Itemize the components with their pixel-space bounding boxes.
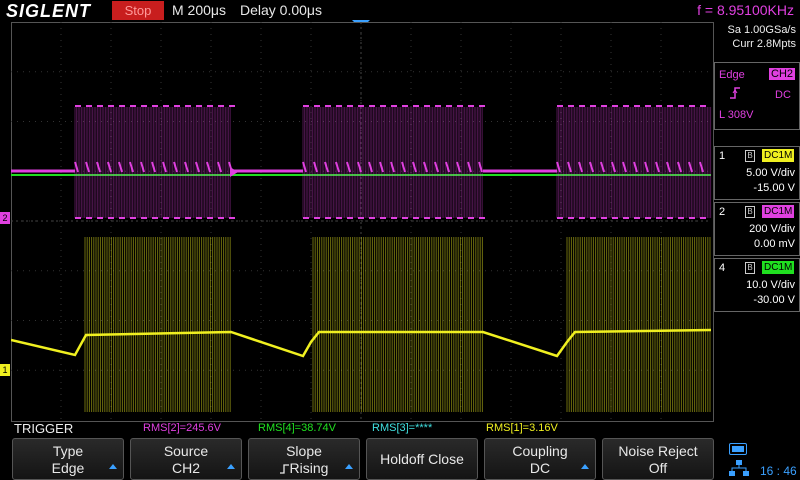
clock: 16 : 46 (760, 464, 797, 478)
channel-number: 1 (719, 150, 726, 162)
volts-per-div: 5.00 V/div (746, 167, 795, 179)
arrow-up-icon (345, 464, 353, 469)
button-label: Source (163, 443, 209, 459)
battery-icon (729, 443, 747, 455)
network-icon (729, 460, 749, 476)
coupling-badge: DC1M (762, 149, 795, 162)
trigger-slope-button[interactable]: Slope Rising (248, 438, 360, 480)
channel-offset: -15.00 V (753, 182, 795, 194)
channel-4-info[interactable]: 4 B DC1M 10.0 V/div -30.00 V (714, 258, 800, 312)
brand-logo: SIGLENT (6, 1, 92, 21)
frequency-readout: f = 8.95100KHz (697, 2, 794, 18)
arrow-up-icon (109, 464, 117, 469)
channel-offset: -30.00 V (753, 294, 795, 306)
rms-ch3: RMS[3]=**** (372, 422, 433, 434)
ch2-offset-marker[interactable]: 2 (0, 212, 10, 224)
button-label: Noise Reject (618, 443, 698, 459)
coupling-badge: DC1M (762, 261, 795, 274)
channel-offset: 0.00 mV (754, 238, 795, 250)
channel-1-info[interactable]: 1 B DC1M 5.00 V/div -15.00 V (714, 146, 800, 200)
rising-edge-icon (730, 87, 740, 99)
bandwidth-icon: B (745, 206, 755, 218)
waveform-canvas (11, 22, 712, 420)
channel-2-info[interactable]: 2 B DC1M 200 V/div 0.00 mV (714, 202, 800, 256)
trigger-type-button[interactable]: Type Edge (12, 438, 124, 480)
button-label: Coupling (512, 443, 568, 459)
slope-value: Rising (289, 460, 329, 476)
sample-rate: Sa 1.00GSa/s (727, 24, 797, 36)
bandwidth-icon: B (745, 150, 755, 162)
trigger-source-badge: CH2 (769, 68, 796, 80)
button-value: CH2 (171, 460, 200, 476)
channel-number: 4 (719, 262, 726, 274)
timebase-readout[interactable]: M 200μs (172, 2, 226, 18)
button-label: Type (52, 443, 84, 459)
button-label: Slope (286, 443, 322, 459)
volts-per-div: 200 V/div (749, 223, 795, 235)
rms-ch4: RMS[4]=38.74V (258, 422, 336, 434)
button-value: Rising (249, 460, 359, 476)
arrow-up-icon (581, 464, 589, 469)
right-panel: Sa 1.00GSa/s Curr 2.8Mpts Edge CH2 DC L … (714, 22, 800, 420)
noise-reject-button[interactable]: Noise Reject Off (602, 438, 714, 480)
bandwidth-icon: B (745, 262, 755, 274)
coupling-badge: DC1M (762, 205, 795, 218)
rms-ch1: RMS[1]=3.16V (486, 422, 558, 434)
memory-depth: Curr 2.8Mpts (732, 38, 796, 50)
button-value: Off (648, 460, 668, 476)
run-stop-indicator[interactable]: Stop (112, 1, 164, 20)
trigger-level: L 308V (719, 109, 754, 121)
measurement-bar: TRIGGER RMS[2]=245.6V RMS[4]=38.74V RMS[… (0, 421, 714, 437)
button-value: DC (529, 460, 551, 476)
trigger-coupling: DC (775, 89, 791, 101)
channel-number: 2 (719, 206, 726, 218)
ch1-offset-marker[interactable]: 1 (0, 364, 10, 376)
trigger-type: Edge (719, 69, 745, 81)
trigger-info-box[interactable]: Edge CH2 DC L 308V (714, 62, 800, 130)
button-label: Holdoff Close (380, 451, 464, 467)
delay-readout[interactable]: Delay 0.00μs (240, 2, 322, 18)
holdoff-button[interactable]: Holdoff Close (366, 438, 478, 480)
menu-title: TRIGGER (14, 421, 74, 436)
trigger-level-marker[interactable] (230, 167, 238, 177)
button-value: Edge (51, 460, 85, 476)
trigger-coupling-button[interactable]: Coupling DC (484, 438, 596, 480)
trigger-source-button[interactable]: Source CH2 (130, 438, 242, 480)
rms-ch2: RMS[2]=245.6V (143, 422, 221, 434)
rising-edge-icon (279, 464, 289, 474)
arrow-up-icon (227, 464, 235, 469)
volts-per-div: 10.0 V/div (746, 279, 795, 291)
